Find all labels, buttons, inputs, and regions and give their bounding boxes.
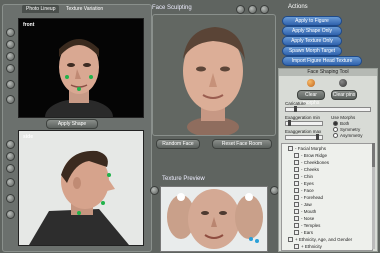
- checkbox-icon: [294, 202, 299, 208]
- checkbox-icon: [294, 153, 299, 159]
- list-scrollbar[interactable]: [372, 143, 375, 249]
- checkbox-icon: [288, 237, 293, 243]
- list-scrollbar-thumb[interactable]: [372, 143, 375, 167]
- texture-map-image: [167, 189, 263, 249]
- move-tool-icon[interactable]: [6, 80, 15, 89]
- shaping-mode-icon-1[interactable]: [307, 79, 315, 87]
- side-face-image: [19, 131, 143, 245]
- list-item[interactable]: - Eyes: [294, 181, 314, 187]
- checkbox-icon: [294, 195, 299, 201]
- apply-shape-button[interactable]: Apply Shape: [46, 119, 98, 129]
- face-shaping-tool-panel: Face Shaping Tool Clear morphs Clear pin…: [278, 68, 378, 252]
- face-sculpting-viewport[interactable]: [152, 14, 276, 137]
- exaggeration-max-slider[interactable]: [285, 134, 323, 140]
- caricature-slider[interactable]: [285, 106, 371, 112]
- list-item[interactable]: - Brow Ridge: [294, 153, 327, 159]
- list-item[interactable]: - Nose: [294, 216, 314, 222]
- list-item[interactable]: - Jaw: [294, 202, 312, 208]
- use-morphs-option-asymmetry[interactable]: Asymmetry: [333, 133, 363, 139]
- side-photo-viewport[interactable]: side: [18, 130, 144, 246]
- checkbox-icon: [294, 181, 299, 187]
- pin-tool-icon-2[interactable]: [6, 164, 15, 173]
- move-tool-icon-2[interactable]: [6, 194, 15, 203]
- checkbox-icon: [294, 167, 299, 173]
- checkbox-icon: [294, 223, 299, 229]
- exaggeration-min-knob[interactable]: [288, 120, 291, 126]
- reset-tool-icon[interactable]: [6, 95, 15, 104]
- list-item[interactable]: - Cheeks: [294, 167, 319, 173]
- use-morphs-label: Use Morphs: [331, 115, 356, 120]
- tab-photo-lineup[interactable]: Photo Lineup: [22, 5, 60, 13]
- zoom-tool-icon-2[interactable]: [6, 152, 15, 161]
- zoom-tool-icon[interactable]: [6, 40, 15, 49]
- select-tool-icon[interactable]: [6, 28, 15, 37]
- shaping-mode-icon-2[interactable]: [339, 79, 347, 87]
- use-morphs-option-both[interactable]: Both: [333, 121, 349, 127]
- checkbox-icon: [294, 188, 299, 194]
- front-viewport-label: front: [23, 22, 35, 28]
- rotate-tool-icon[interactable]: [6, 64, 15, 73]
- list-item[interactable]: - Face: [294, 188, 314, 194]
- radio-symmetry-icon: [333, 127, 338, 133]
- front-face-image: [19, 19, 143, 117]
- clear-morphs-button[interactable]: Clear morphs: [297, 90, 325, 106]
- texture-preview-title: Texture Preview: [162, 176, 205, 182]
- list-item[interactable]: - Mouth: [294, 209, 316, 215]
- face-sculpting-title: Face Sculpting: [152, 5, 192, 11]
- checkbox-icon: [294, 244, 299, 250]
- morph-category-list[interactable]: - Facial Morphs - Brow Ridge - Cheekbone…: [281, 143, 373, 251]
- checkbox-icon: [294, 174, 299, 180]
- list-item[interactable]: - Ears: [294, 230, 313, 236]
- camera-rotate-icon[interactable]: [236, 5, 245, 14]
- caricature-slider-knob[interactable]: [294, 106, 297, 112]
- import-figure-head-texture-button[interactable]: Import Figure Head Texture: [282, 56, 362, 66]
- radio-both-icon: [333, 121, 338, 127]
- camera-move-icon[interactable]: [248, 5, 257, 14]
- exaggeration-min-slider[interactable]: [285, 120, 323, 126]
- checkbox-icon: [294, 209, 299, 215]
- spawn-morph-target-button[interactable]: Spawn Morph Target: [282, 46, 342, 56]
- texture-preview-pane[interactable]: [160, 186, 268, 252]
- rotate-tool-icon-2[interactable]: [6, 178, 15, 187]
- list-item[interactable]: + Ethnicity: [294, 244, 322, 250]
- random-face-button[interactable]: Random Face: [156, 139, 200, 149]
- reset-tool-icon-2[interactable]: [6, 210, 15, 219]
- texture-zoom-out-icon[interactable]: [150, 186, 159, 195]
- checkbox-icon: [288, 146, 293, 152]
- camera-zoom-icon[interactable]: [260, 5, 269, 14]
- face-shaping-tool-title: Face Shaping Tool: [279, 69, 377, 76]
- side-viewport-label: side: [23, 134, 34, 140]
- use-morphs-option-symmetry[interactable]: Symmetry: [333, 127, 360, 133]
- 3d-head-model: [183, 27, 245, 137]
- reset-face-room-button[interactable]: Reset Face Room: [212, 139, 272, 149]
- checkbox-icon: [294, 216, 299, 222]
- list-item[interactable]: + Ethnicity, Age, and Gender: [288, 237, 352, 243]
- checkbox-icon: [294, 160, 299, 166]
- exaggeration-max-knob[interactable]: [316, 134, 319, 140]
- list-item[interactable]: - Temples: [294, 223, 320, 229]
- list-item[interactable]: - Forehead: [294, 195, 323, 201]
- clear-pins-button[interactable]: Clear pins: [331, 90, 357, 100]
- front-photo-viewport[interactable]: front: [18, 18, 144, 118]
- radio-asymmetry-icon: [333, 133, 338, 139]
- list-item[interactable]: - Chin: [294, 174, 313, 180]
- list-item[interactable]: - Cheekbones: [294, 160, 329, 166]
- pin-tool-icon[interactable]: [6, 52, 15, 61]
- checkbox-icon: [294, 230, 299, 236]
- sculpt-camera-controls[interactable]: [236, 4, 272, 14]
- apply-texture-only-button[interactable]: Apply Texture Only: [282, 36, 342, 46]
- tab-texture-variation[interactable]: Texture Variation: [62, 5, 107, 13]
- actions-title: Actions: [288, 4, 308, 10]
- select-tool-icon-2[interactable]: [6, 140, 15, 149]
- apply-shape-only-button[interactable]: Apply Shape Only: [282, 26, 342, 36]
- list-item[interactable]: - Facial Morphs: [288, 146, 326, 152]
- apply-to-figure-button[interactable]: Apply to Figure: [282, 16, 342, 26]
